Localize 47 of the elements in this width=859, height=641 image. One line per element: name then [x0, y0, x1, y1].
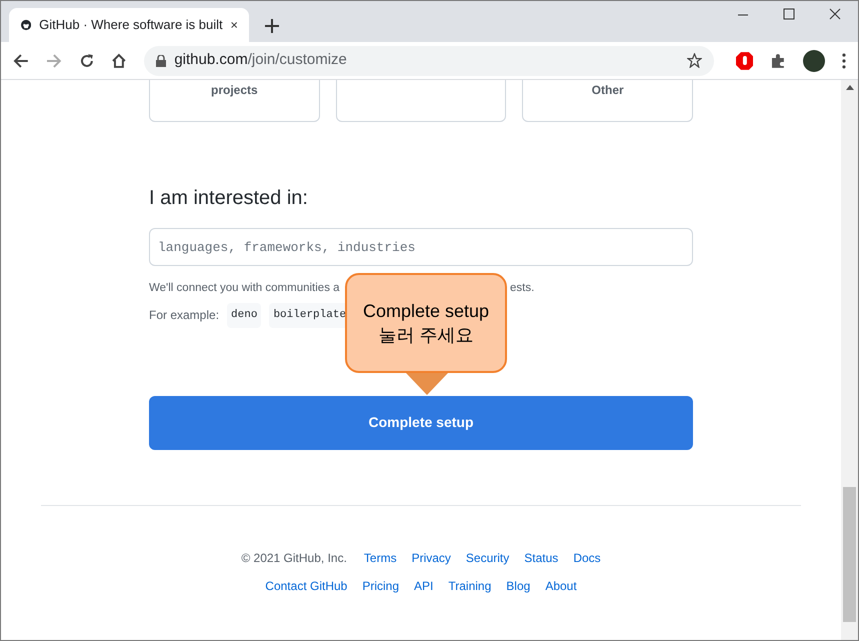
footer-link[interactable]: Terms: [364, 548, 397, 566]
scrollbar[interactable]: [841, 80, 858, 640]
lock-icon: [156, 54, 166, 66]
puzzle-piece-icon[interactable]: [770, 52, 786, 68]
github-logo-icon: [21, 17, 32, 33]
scroll-up-icon[interactable]: [846, 85, 854, 90]
new-tab-icon[interactable]: [265, 19, 279, 33]
url-text: github.com/join/customize: [174, 50, 347, 70]
note-text: ests.: [510, 281, 534, 296]
callout-text: 눌러 주세요: [378, 324, 474, 347]
footer-link[interactable]: Security: [466, 548, 510, 566]
footer-link[interactable]: API: [414, 576, 434, 594]
reload-icon[interactable]: [78, 52, 94, 68]
browser-tab[interactable]: GitHub · Where software is built: [9, 8, 249, 42]
footer-link[interactable]: About: [545, 576, 577, 594]
profile-avatar[interactable]: [803, 50, 825, 72]
home-icon[interactable]: [111, 52, 128, 68]
note-text: We'll connect you with communities a: [149, 281, 340, 296]
section-heading: I am interested in:: [149, 186, 309, 211]
callout-pointer-icon: [406, 373, 448, 395]
card-label: Other: [592, 82, 624, 99]
card-label: projects: [210, 82, 258, 99]
footer-link[interactable]: Docs: [573, 548, 601, 566]
footer-link[interactable]: Privacy: [412, 548, 451, 566]
stop-sign-icon[interactable]: [736, 52, 754, 70]
option-card[interactable]: Other: [522, 80, 693, 122]
address-bar[interactable]: github.com/join/customize: [144, 46, 714, 76]
footer-link[interactable]: Status: [524, 548, 558, 566]
copyright-text: © 2021 GitHub, Inc.: [241, 550, 347, 566]
footer-link[interactable]: Blog: [506, 576, 530, 594]
footer-link[interactable]: Contact GitHub: [265, 576, 348, 594]
example-label: For example:: [149, 307, 220, 324]
footer-link[interactable]: Pricing: [362, 576, 400, 594]
close-icon[interactable]: [828, 7, 842, 21]
back-arrow-icon[interactable]: [13, 52, 29, 68]
scrollbar-thumb[interactable]: [843, 487, 856, 622]
bookmark-star-icon[interactable]: [686, 53, 702, 68]
option-card[interactable]: projects: [149, 80, 320, 122]
callout-text: Complete setup: [362, 300, 490, 323]
close-icon[interactable]: [230, 20, 237, 30]
complete-setup-button[interactable]: Complete setup: [149, 396, 693, 450]
maximize-icon[interactable]: [782, 7, 796, 21]
interests-input[interactable]: languages, frameworks, industries: [149, 228, 693, 266]
tab-title: GitHub · Where software is built: [39, 16, 223, 34]
example-topic[interactable]: deno: [227, 303, 262, 328]
footer-link[interactable]: Training: [448, 576, 492, 594]
menu-icon[interactable]: [842, 52, 846, 68]
